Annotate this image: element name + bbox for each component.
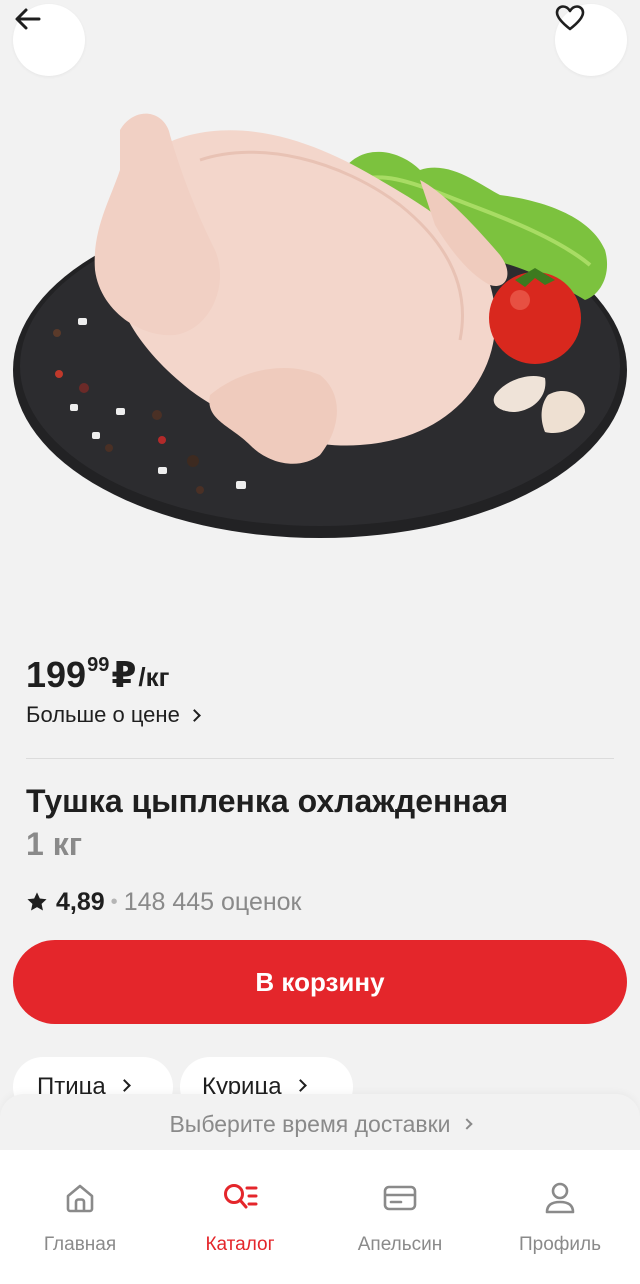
- nav-item-home[interactable]: Главная: [0, 1150, 160, 1284]
- price-unit: /кг: [138, 662, 170, 692]
- chevron-right-icon: [117, 1079, 131, 1092]
- chevron-right-icon: [460, 1118, 473, 1130]
- nav-label: Профиль: [518, 1234, 602, 1255]
- separator-dot: •: [110, 890, 118, 913]
- chevron-right-icon: [293, 1079, 307, 1092]
- heart-icon: [555, 5, 585, 31]
- delivery-label: Выберите время доставки: [169, 1110, 451, 1137]
- rating-count: 148 445 оценок: [123, 887, 302, 916]
- product-title: Тушка цыпленка охлажденная: [26, 783, 509, 819]
- price: 199 99 ₽ /кг: [26, 652, 169, 702]
- nav-item-apelsin[interactable]: Апельсин: [320, 1150, 480, 1284]
- price-cents: 99: [87, 654, 110, 676]
- price-currency: ₽: [111, 654, 137, 695]
- product-image: [0, 0, 640, 610]
- back-button[interactable]: [13, 4, 85, 76]
- favorite-button[interactable]: [555, 4, 627, 76]
- bottom-navigation: Главная Каталог Апельсин Профиль: [0, 1150, 640, 1284]
- card-icon: [383, 1185, 417, 1211]
- arrow-left-icon: [15, 8, 41, 30]
- rating-value: 4,89: [56, 887, 105, 916]
- nav-item-catalog[interactable]: Каталог: [160, 1150, 320, 1284]
- nav-label: Апельсин: [357, 1234, 443, 1255]
- product-weight: 1 кг: [26, 826, 83, 862]
- catalog-search-icon: [224, 1184, 258, 1209]
- price-main: 199: [26, 654, 87, 695]
- nav-label: Главная: [43, 1234, 117, 1255]
- nav-item-profile[interactable]: Профиль: [480, 1150, 640, 1284]
- delivery-time-selector[interactable]: Выберите время доставки: [0, 1094, 640, 1154]
- nav-label: Каталог: [205, 1234, 275, 1255]
- more-price-label: Больше о цене: [26, 702, 180, 727]
- rating[interactable]: 4,89 • 148 445 оценок: [26, 884, 302, 920]
- star-icon: [27, 892, 47, 911]
- add-to-cart-button[interactable]: В корзину: [13, 940, 627, 1024]
- chevron-right-icon: [187, 708, 201, 722]
- chicken-photo: [13, 113, 627, 538]
- divider: [26, 758, 614, 759]
- home-icon: [66, 1184, 94, 1213]
- profile-icon: [545, 1182, 575, 1214]
- more-price-link[interactable]: Больше о цене: [26, 702, 201, 728]
